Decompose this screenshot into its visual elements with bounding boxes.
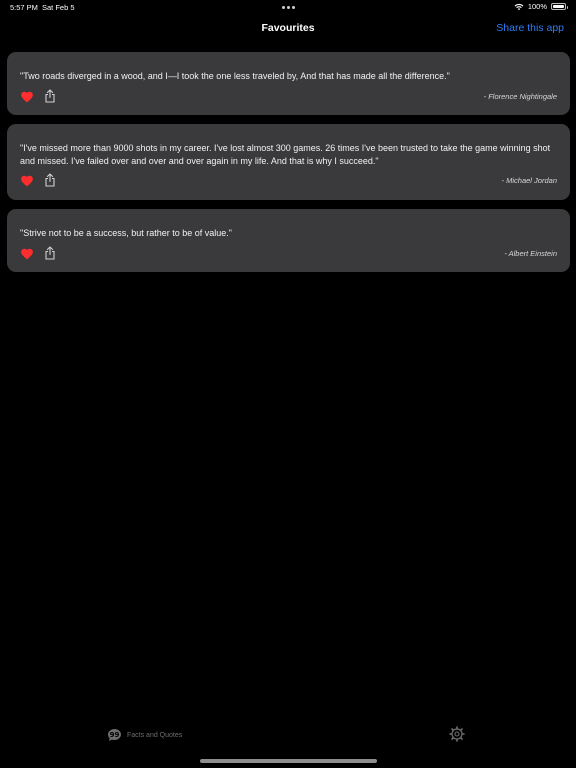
wifi-icon	[514, 3, 524, 10]
navigation-bar: Favourites Share this app	[0, 16, 576, 42]
tab-bar: 99 Facts and Quotes	[0, 726, 576, 768]
quote-author: - Albert Einstein	[504, 248, 557, 258]
quote-card: "Two roads diverged in a wood, and I—I t…	[7, 52, 570, 115]
tab-facts-label: Facts and Quotes	[127, 731, 183, 739]
tab-facts-and-quotes[interactable]: 99 Facts and Quotes	[107, 728, 182, 742]
battery-percentage: 100%	[527, 2, 547, 11]
quote-author: - Michael Jordan	[501, 176, 557, 185]
status-date: Sat Feb 5	[42, 3, 75, 12]
svg-text:99: 99	[110, 731, 120, 739]
card-footer: - Albert Einstein	[20, 245, 557, 263]
quote-card: "Strive not to be a success, but rather …	[7, 209, 570, 272]
card-footer: - Florence Nightingale	[20, 88, 557, 106]
gear-icon[interactable]	[449, 726, 465, 742]
page-title: Favourites	[261, 22, 315, 34]
card-footer: - Michael Jordan	[20, 173, 557, 190]
home-indicator[interactable]	[200, 759, 377, 763]
status-time: 5:57 PM	[10, 3, 38, 12]
quote-text: "I've missed more than 9000 shots in my …	[20, 143, 551, 166]
status-indicators: 100%	[514, 2, 568, 11]
share-app-button[interactable]: Share this app	[496, 22, 564, 34]
status-bar: 5:57 PM Sat Feb 5 100%	[0, 0, 576, 16]
heart-icon[interactable]	[20, 90, 34, 104]
multitasking-dots-icon[interactable]	[282, 6, 295, 9]
quote-bubble-icon: 99	[108, 729, 121, 741]
quote-text: "Strive not to be a success, but rather …	[20, 228, 233, 238]
favourites-list: "Two roads diverged in a wood, and I—I t…	[7, 52, 570, 281]
quote-author: - Florence Nightingale	[483, 91, 557, 101]
battery-icon	[551, 3, 568, 10]
share-icon[interactable]	[44, 88, 56, 103]
quote-text: "Two roads diverged in a wood, and I—I t…	[20, 71, 450, 81]
heart-icon[interactable]	[20, 247, 34, 261]
share-icon[interactable]	[44, 173, 56, 187]
heart-icon[interactable]	[20, 174, 34, 188]
quote-card: "I've missed more than 9000 shots in my …	[7, 124, 570, 200]
share-icon[interactable]	[44, 245, 56, 260]
